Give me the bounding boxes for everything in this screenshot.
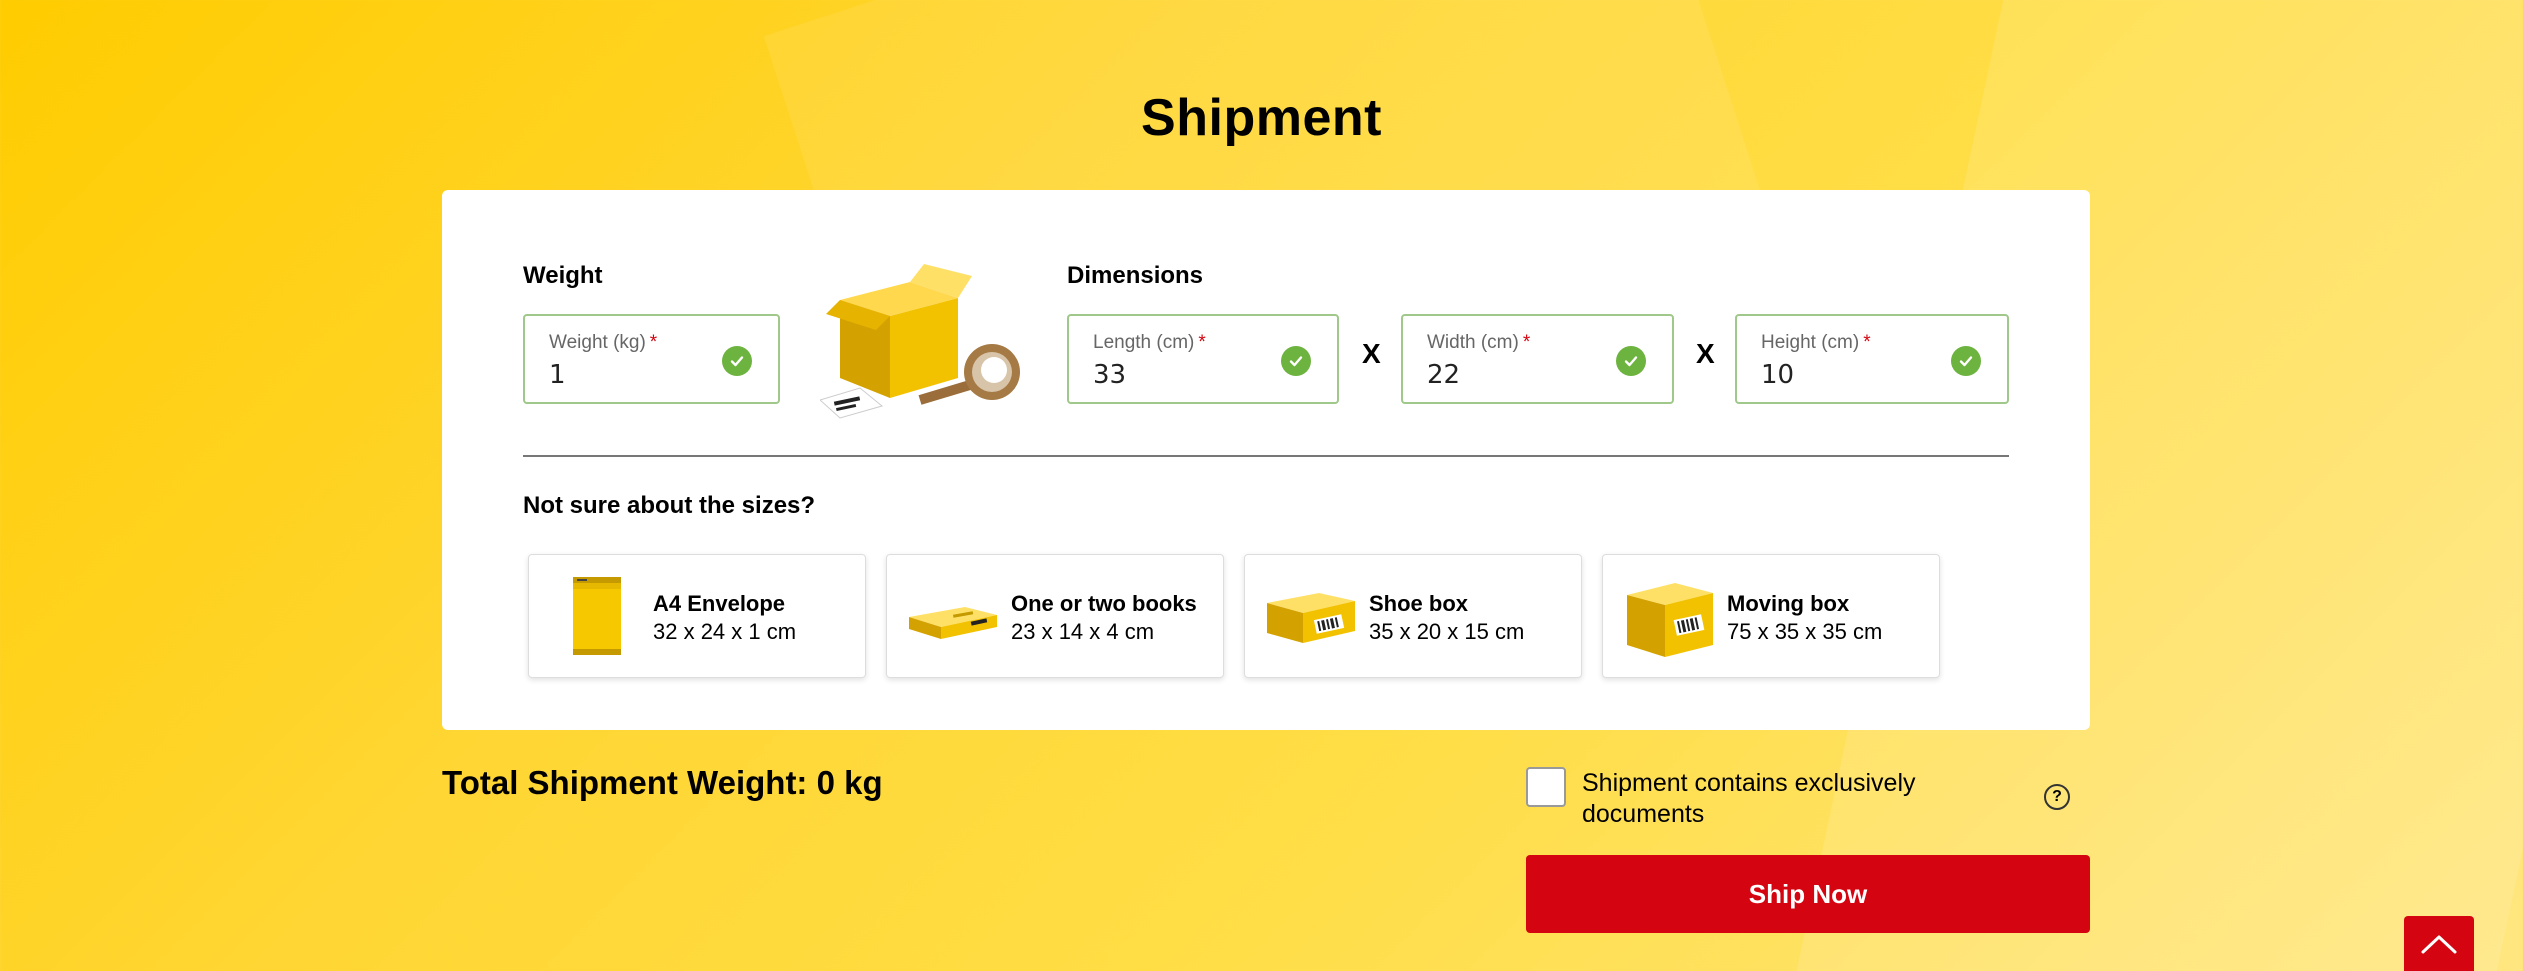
suggestion-card-shoe-box[interactable]: Shoe box 35 x 20 x 15 cm bbox=[1244, 554, 1582, 678]
weight-value: 1 bbox=[549, 360, 566, 390]
height-field[interactable]: Height (cm) * 10 bbox=[1735, 314, 2009, 404]
suggestion-card-moving-box[interactable]: Moving box 75 x 35 x 35 cm bbox=[1602, 554, 1940, 678]
suggestion-card-a4-envelope[interactable]: A4 Envelope 32 x 24 x 1 cm bbox=[528, 554, 866, 678]
documents-only-checkbox[interactable] bbox=[1526, 767, 1566, 807]
dimensions-section-label: Dimensions bbox=[1067, 262, 1204, 289]
height-value: 10 bbox=[1761, 360, 1795, 390]
width-field[interactable]: Width (cm) * 22 bbox=[1401, 314, 1674, 404]
page-title: Shipment bbox=[1141, 89, 1382, 147]
shoe-box-icon bbox=[1267, 593, 1355, 643]
dimension-separator: X bbox=[1362, 338, 1381, 369]
width-field-label: Width (cm) * bbox=[1427, 332, 1531, 353]
check-icon bbox=[1616, 346, 1646, 376]
suggestion-title: Shoe box bbox=[1369, 591, 1469, 616]
suggestion-title: Moving box bbox=[1727, 591, 1850, 616]
chevron-up-icon bbox=[2421, 935, 2457, 953]
books-icon bbox=[909, 607, 997, 639]
ship-now-button[interactable]: Ship Now bbox=[1526, 855, 2090, 933]
length-field[interactable]: Length (cm) * 33 bbox=[1067, 314, 1339, 404]
help-icon[interactable]: ? bbox=[2044, 784, 2070, 810]
package-illustration-icon bbox=[820, 264, 1020, 419]
check-icon bbox=[1951, 346, 1981, 376]
scroll-to-top-button[interactable] bbox=[2404, 916, 2474, 971]
suggestion-card-books[interactable]: One or two books 23 x 14 x 4 cm bbox=[886, 554, 1224, 678]
dimension-separator: X bbox=[1696, 338, 1715, 369]
size-help-heading: Not sure about the sizes? bbox=[523, 492, 816, 519]
moving-box-icon bbox=[1627, 583, 1713, 657]
suggestion-dimensions: 23 x 14 x 4 cm bbox=[1011, 619, 1155, 644]
suggestion-dimensions: 75 x 35 x 35 cm bbox=[1727, 619, 1883, 644]
suggestion-title: One or two books bbox=[1011, 591, 1197, 616]
check-icon bbox=[722, 346, 752, 376]
length-field-label: Length (cm) * bbox=[1093, 332, 1206, 353]
height-field-label: Height (cm) * bbox=[1761, 332, 1871, 353]
weight-field[interactable]: Weight (kg) * 1 bbox=[523, 314, 780, 404]
envelope-icon bbox=[573, 577, 621, 655]
weight-field-label: Weight (kg) * bbox=[549, 332, 658, 353]
total-shipment-weight: Total Shipment Weight: 0 kg bbox=[442, 764, 883, 801]
shipment-card: Weight Weight (kg) * 1 Dimensions Length … bbox=[442, 190, 2090, 730]
width-value: 22 bbox=[1427, 360, 1461, 390]
length-value: 33 bbox=[1093, 360, 1127, 390]
suggestion-title: A4 Envelope bbox=[653, 591, 786, 616]
documents-only-label[interactable]: Shipment contains exclusively documents bbox=[1582, 768, 1982, 830]
suggestion-dimensions: 32 x 24 x 1 cm bbox=[653, 619, 797, 644]
check-icon bbox=[1281, 346, 1311, 376]
suggestion-dimensions: 35 x 20 x 15 cm bbox=[1369, 619, 1525, 644]
divider bbox=[523, 455, 2009, 457]
weight-section-label: Weight bbox=[523, 262, 603, 289]
